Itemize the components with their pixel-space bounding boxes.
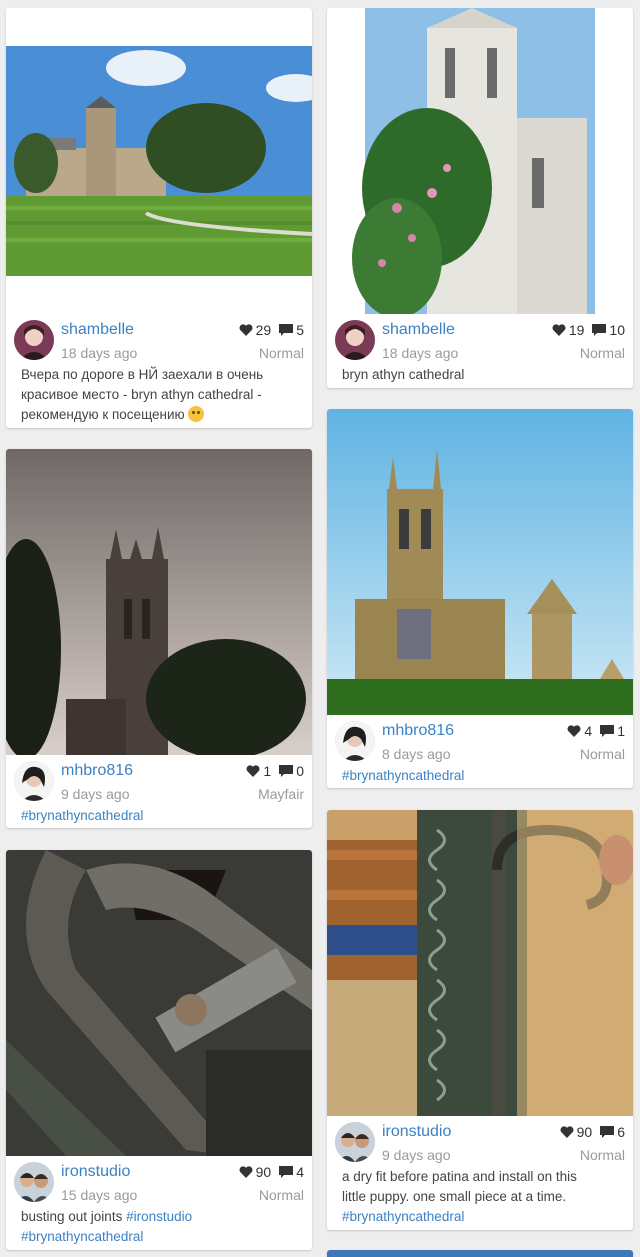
like-count: 1 [263, 763, 272, 779]
caption-text: busting out joints [21, 1209, 123, 1224]
filter-name: Normal [258, 345, 304, 361]
heart-icon [567, 725, 581, 737]
post-caption: busting out joints #ironstudio #brynathy… [21, 1207, 302, 1247]
post-stats: 1 0 [246, 762, 304, 780]
username-link[interactable]: mhbro816 [61, 761, 133, 781]
post-caption: a dry fit before patina and install on t… [342, 1167, 623, 1227]
post-photo[interactable] [6, 449, 312, 755]
heart-icon [239, 324, 253, 336]
hashtag-link[interactable]: #ironstudio [126, 1209, 192, 1224]
caption-line: Вчера по дороге в НЙ заехали в очень [21, 367, 264, 382]
like-count: 90 [576, 1124, 593, 1140]
post-photo[interactable] [327, 8, 633, 314]
post-age: 9 days ago [382, 1147, 451, 1163]
like-count: 29 [255, 322, 272, 338]
comment-bubble-icon [592, 324, 607, 336]
heart-icon [246, 765, 260, 777]
comment-count: 5 [296, 322, 304, 338]
post-stats: 90 4 [239, 1163, 304, 1181]
heart-icon [552, 324, 566, 336]
username-link[interactable]: ironstudio [61, 1162, 130, 1182]
post-stats: 90 6 [560, 1123, 625, 1141]
post-photo[interactable] [327, 409, 633, 715]
comment-bubble-icon [279, 324, 294, 336]
winking-face-emoji [188, 406, 205, 422]
caption-text: bryn athyn cathedral [342, 367, 465, 382]
comment-bubble-icon [600, 725, 615, 737]
username-link[interactable]: mhbro816 [382, 721, 454, 741]
filter-name: Normal [258, 1187, 304, 1203]
hashtag-link[interactable]: #brynathyncathedral [342, 768, 464, 783]
avatar[interactable] [335, 320, 375, 360]
avatar[interactable] [14, 1162, 54, 1202]
post-age: 8 days ago [382, 746, 451, 762]
post-caption: bryn athyn cathedral [342, 365, 623, 385]
post-caption: Вчера по дороге в НЙ заехали в очень кра… [21, 365, 302, 425]
filter-name: Normal [579, 1147, 625, 1163]
post-age: 15 days ago [61, 1187, 138, 1203]
like-count: 90 [255, 1164, 272, 1180]
filter-name: Normal [579, 345, 625, 361]
post-card: shambelle 18 days ago 19 10 Normal bryn … [327, 8, 633, 388]
post-age: 9 days ago [61, 786, 130, 802]
comment-count: 4 [296, 1164, 304, 1180]
post-photo[interactable] [6, 850, 312, 1156]
username-link[interactable]: ironstudio [382, 1122, 451, 1142]
post-age: 18 days ago [61, 345, 138, 361]
post-stats: 4 1 [567, 722, 625, 740]
hashtag-link[interactable]: #brynathyncathedral [342, 1209, 464, 1224]
avatar[interactable] [335, 721, 375, 761]
comment-count: 10 [609, 322, 625, 338]
comment-bubble-icon [279, 765, 294, 777]
like-count: 19 [568, 322, 585, 338]
comment-count: 1 [617, 723, 625, 739]
post-caption: #brynathyncathedral [21, 806, 302, 826]
heart-icon [560, 1126, 574, 1138]
post-card: mhbro816 9 days ago 1 0 Mayfair #brynath… [6, 449, 312, 828]
caption-line: busting out joints #ironstudio [21, 1207, 302, 1227]
caption-line: рекомендую к посещению [21, 405, 302, 425]
hashtag-link[interactable]: #brynathyncathedral [21, 1229, 143, 1244]
avatar[interactable] [14, 761, 54, 801]
post-photo[interactable] [327, 1250, 633, 1257]
avatar[interactable] [14, 320, 54, 360]
caption-line: a dry fit before patina and install on t… [342, 1169, 577, 1184]
hashtag-link[interactable]: #brynathyncathedral [21, 808, 143, 823]
heart-icon [239, 1166, 253, 1178]
post-card: mhbro816 8 days ago 4 1 Normal #brynathy… [327, 409, 633, 788]
comment-bubble-icon [600, 1126, 615, 1138]
username-link[interactable]: shambelle [61, 320, 134, 340]
comment-count: 0 [296, 763, 304, 779]
post-card: ironstudio 15 days ago 90 4 Normal busti… [6, 850, 312, 1250]
post-card: shambelle 18 days ago 29 5 Normal Вчера … [6, 8, 312, 428]
like-count: 4 [584, 723, 593, 739]
filter-name: Normal [579, 746, 625, 762]
caption-line: #brynathyncathedral [342, 1207, 623, 1227]
post-card-partial [327, 1250, 633, 1257]
comment-count: 6 [617, 1124, 625, 1140]
filter-name: Mayfair [258, 786, 304, 802]
post-caption: #brynathyncathedral [342, 766, 623, 786]
post-photo[interactable] [6, 8, 312, 276]
caption-line: #brynathyncathedral [21, 1227, 302, 1247]
post-photo[interactable] [327, 810, 633, 1116]
post-card: ironstudio 9 days ago 90 6 Normal a dry … [327, 810, 633, 1230]
caption-line: little puppy. one small piece at a time. [342, 1189, 567, 1204]
comment-bubble-icon [279, 1166, 294, 1178]
post-stats: 29 5 [239, 321, 304, 339]
post-stats: 19 10 [552, 321, 625, 339]
caption-line: красивое место - bryn athyn cathedral - [21, 387, 262, 402]
username-link[interactable]: shambelle [382, 320, 455, 340]
post-age: 18 days ago [382, 345, 459, 361]
caption-text: рекомендую к посещению [21, 407, 185, 422]
avatar[interactable] [335, 1122, 375, 1162]
